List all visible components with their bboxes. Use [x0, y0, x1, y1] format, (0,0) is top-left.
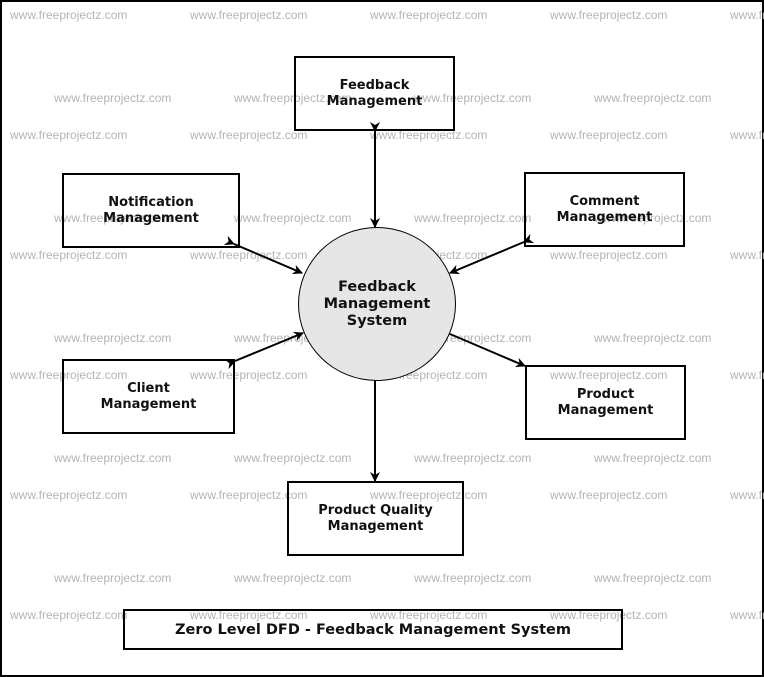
flow-notification-management	[223, 235, 303, 275]
process-feedback-management-system[interactable]: Feedback Management System	[298, 227, 456, 381]
entity-client-management[interactable]: Client Management	[62, 359, 235, 434]
entity-product-quality-management[interactable]: Product Quality Management	[287, 481, 464, 556]
flow-product-management	[439, 325, 526, 368]
entity-feedback-management[interactable]: Feedback Management	[294, 56, 455, 131]
diagram-title-box: Zero Level DFD - Feedback Management Sys…	[123, 609, 623, 650]
process-label: Feedback Management System	[323, 278, 431, 329]
flow-client-management	[224, 331, 304, 370]
entity-product-management[interactable]: Product Management	[525, 365, 686, 440]
entity-notification-management[interactable]: Notification Management	[62, 173, 240, 248]
entity-label: Notification Management	[103, 194, 199, 226]
flow-comment-management	[449, 233, 535, 275]
entity-label: Feedback Management	[326, 77, 423, 109]
entity-label: Product Quality Management	[318, 502, 433, 534]
diagram-title: Zero Level DFD - Feedback Management Sys…	[175, 621, 571, 638]
entity-label: Product Management	[557, 386, 654, 418]
entity-comment-management[interactable]: Comment Management	[524, 172, 685, 247]
entity-label: Client Management	[100, 380, 197, 412]
entity-label: Comment Management	[556, 193, 653, 225]
